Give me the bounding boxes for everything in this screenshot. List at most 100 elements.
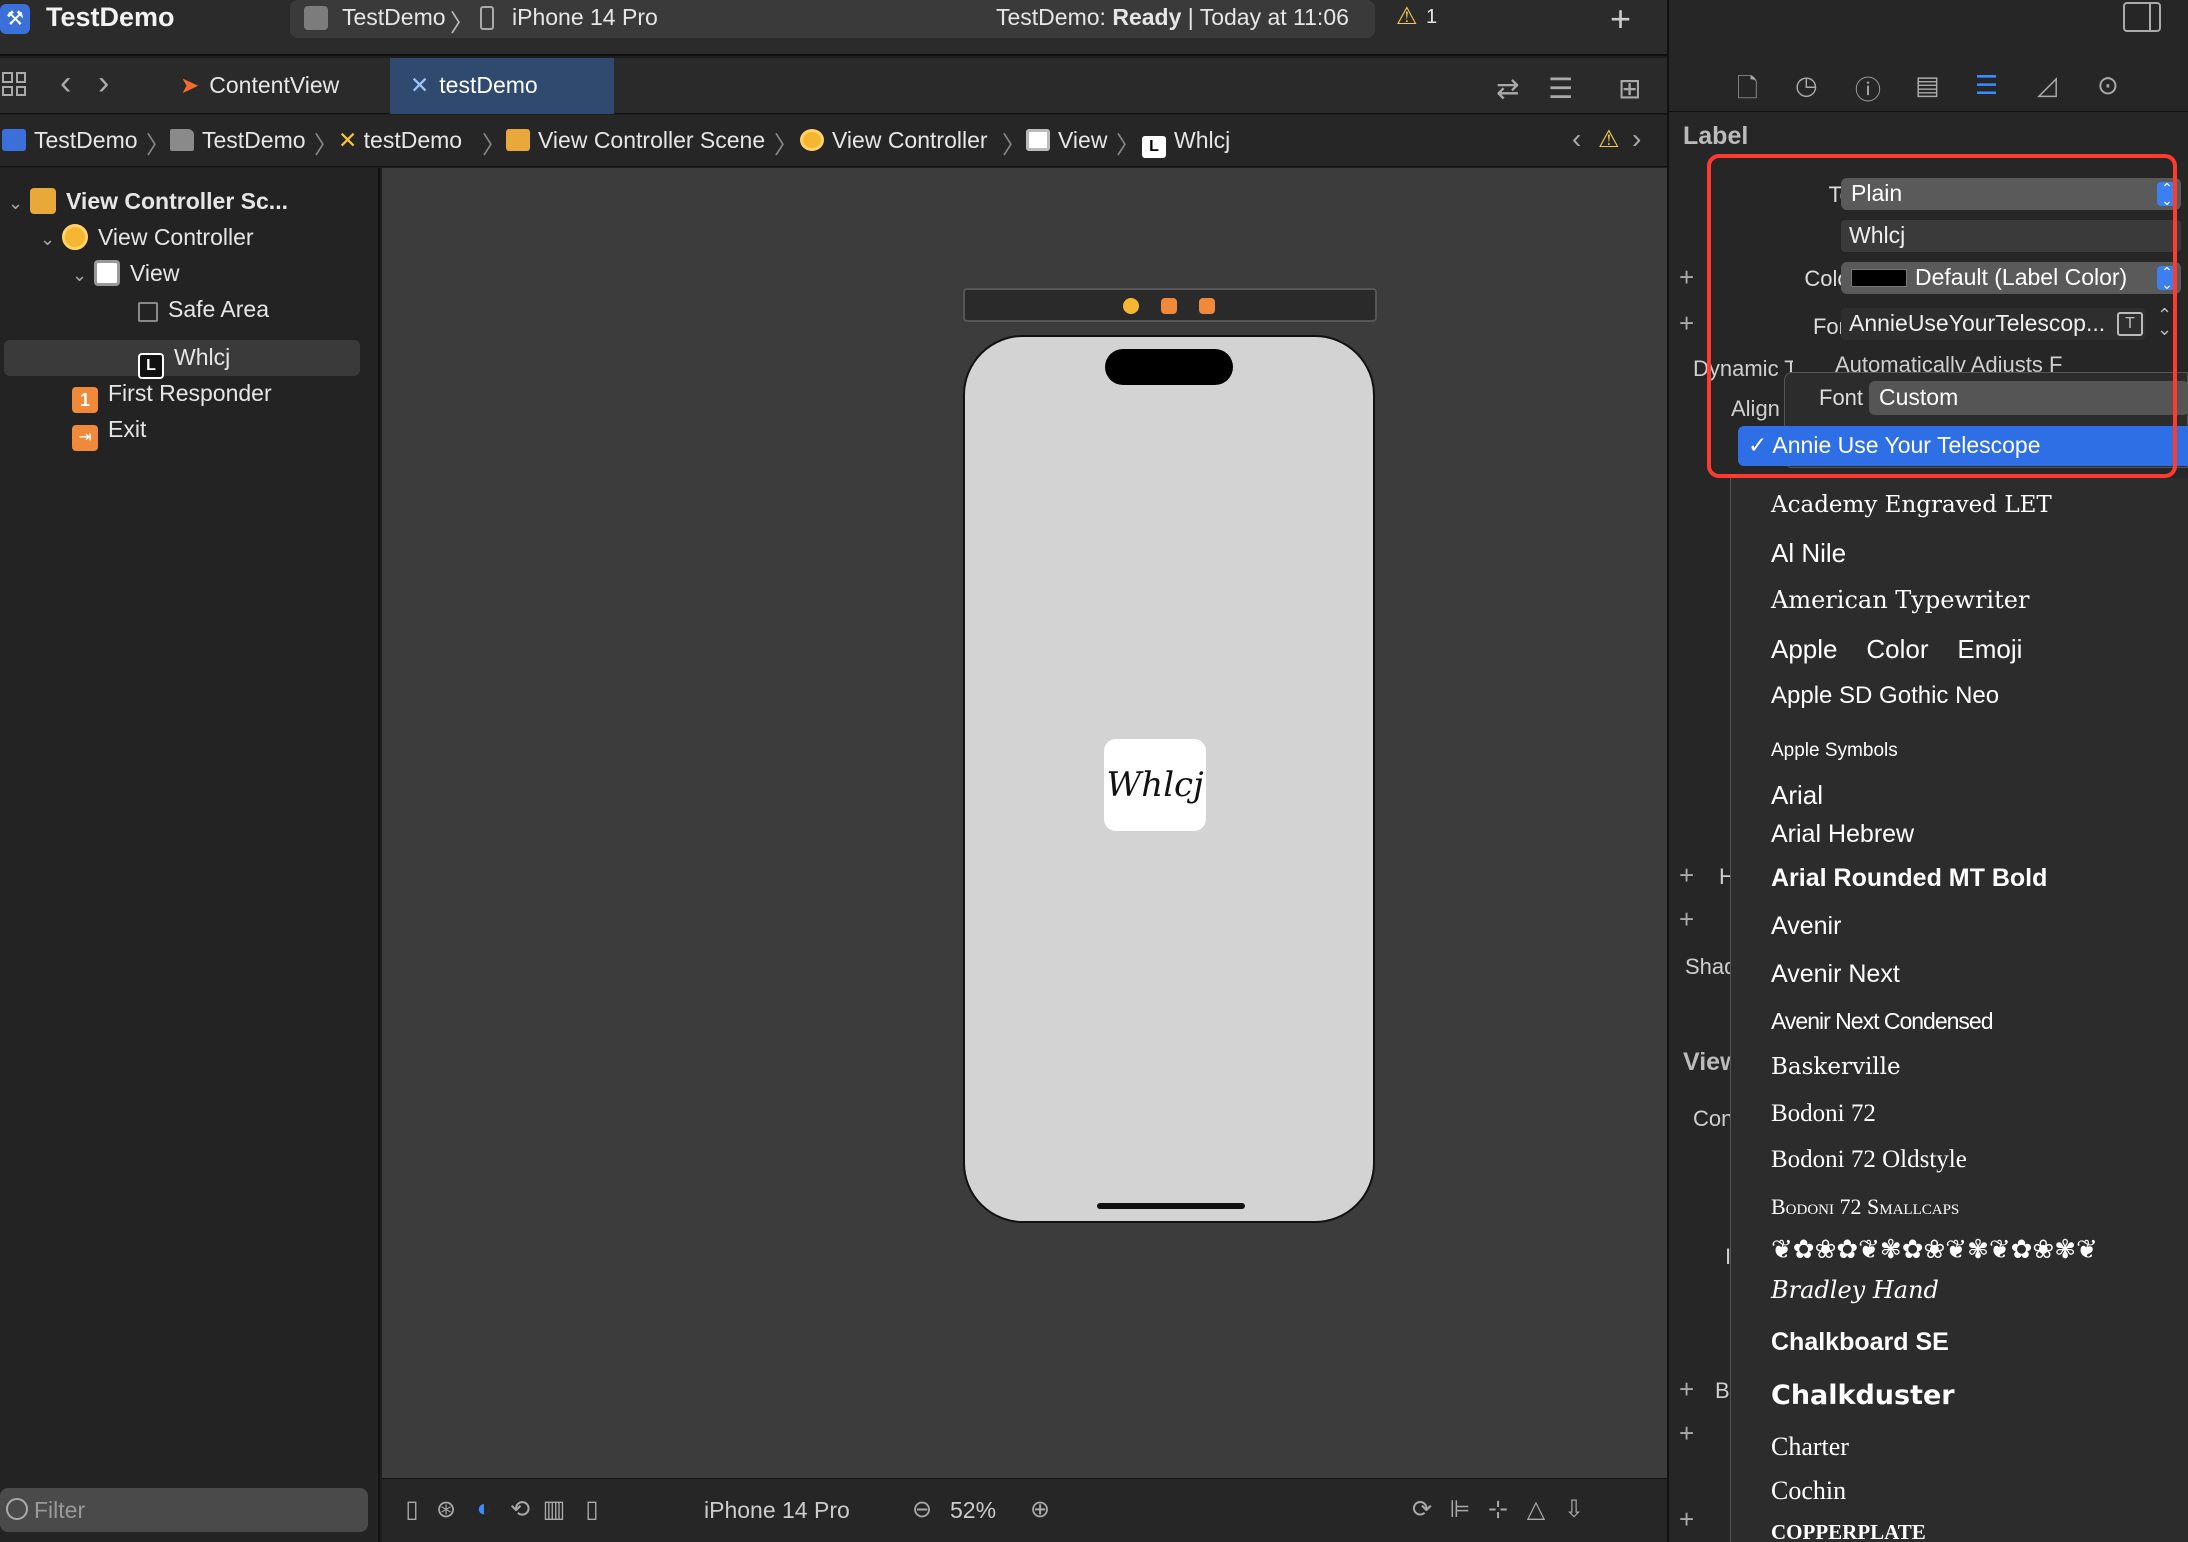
font-menu-item[interactable]: Cochin bbox=[1771, 1476, 1846, 1506]
add-button[interactable]: + bbox=[1610, 0, 1631, 40]
connections-inspector-icon[interactable]: ⊙ bbox=[2097, 70, 2119, 101]
add-variation-icon[interactable]: + bbox=[1679, 1374, 1694, 1405]
orientation-icon[interactable]: ⟲ bbox=[506, 1495, 534, 1523]
align-icon[interactable]: ⊫ bbox=[1446, 1495, 1474, 1523]
font-menu-item[interactable]: Academy Engraved LET bbox=[1771, 492, 2052, 518]
tree-item-first-responder[interactable]: 1 First Responder bbox=[72, 380, 272, 416]
accessibility-icon[interactable]: ⊛ bbox=[432, 1495, 460, 1523]
breadcrumb-view[interactable]: View bbox=[1026, 127, 1107, 154]
font-menu-item[interactable]: Bradley Hand bbox=[1771, 1276, 1939, 1304]
breadcrumb-project[interactable]: TestDemo bbox=[2, 127, 138, 154]
inspector-toggle-icon[interactable] bbox=[2123, 2, 2161, 32]
filter-input[interactable] bbox=[34, 1494, 354, 1526]
next-issue-icon[interactable]: › bbox=[1632, 123, 1641, 155]
font-menu-item[interactable]: Apple Symbols bbox=[1771, 740, 1898, 762]
font-menu-item[interactable]: ❦✿❀✿❦✾✿❀❦✾❦✿❀✾❦ bbox=[1771, 1234, 2098, 1265]
tree-item-safe-area[interactable]: Safe Area bbox=[138, 296, 269, 332]
zoom-out-icon[interactable]: ⊖ bbox=[908, 1495, 936, 1523]
previous-issue-icon[interactable]: ‹ bbox=[1572, 123, 1581, 155]
disclosure-down-icon[interactable]: ⌄ bbox=[72, 265, 94, 286]
add-variation-icon[interactable]: + bbox=[1679, 1418, 1694, 1449]
storyboard-icon: ✕ bbox=[338, 127, 364, 153]
font-menu-item[interactable]: Arial Rounded MT Bold bbox=[1771, 864, 2047, 893]
breadcrumb-storyboard[interactable]: ✕ testDemo bbox=[338, 127, 462, 154]
swap-icon[interactable]: ⇄ bbox=[1496, 72, 1519, 105]
font-menu-item[interactable]: Chalkduster bbox=[1771, 1380, 1955, 1411]
zoom-in-icon[interactable]: ⊕ bbox=[1026, 1495, 1054, 1523]
font-menu-item[interactable]: Baskerville bbox=[1771, 1054, 1901, 1080]
font-menu-item[interactable]: Bodoni 72 Oldstyle bbox=[1771, 1146, 1967, 1174]
interface-builder-canvas[interactable]: Whlcj bbox=[382, 168, 1667, 1478]
identity-inspector-icon[interactable]: ▤ bbox=[1915, 70, 1940, 101]
warning-icon[interactable]: ⚠ bbox=[1598, 125, 1620, 154]
tree-item-exit[interactable]: ⇥ Exit bbox=[72, 416, 146, 452]
font-menu-item[interactable]: Avenir Next Condensed bbox=[1771, 1008, 1993, 1035]
filter-field[interactable] bbox=[0, 1488, 368, 1532]
device-icon[interactable]: ▯ bbox=[578, 1495, 606, 1523]
font-menu-item[interactable]: Chalkboard SE bbox=[1771, 1328, 1949, 1357]
font-menu-item[interactable]: Bodoni 72 bbox=[1771, 1100, 1876, 1128]
tab-contentview[interactable]: ➤ ContentView bbox=[160, 58, 359, 114]
size-inspector-icon[interactable]: ◿ bbox=[2037, 70, 2057, 101]
font-menu-item[interactable]: Arial Hebrew bbox=[1771, 820, 1914, 849]
font-menu-item[interactable]: American Typewriter bbox=[1771, 586, 2029, 614]
canvas-device[interactable]: iPhone 14 Pro bbox=[704, 1497, 850, 1524]
add-constraints-icon[interactable]: ⊹ bbox=[1484, 1495, 1512, 1523]
add-variation-icon[interactable]: + bbox=[1679, 860, 1694, 891]
build-status: TestDemo: Ready | Today at 11:06 bbox=[996, 4, 1349, 31]
breadcrumb-view-controller[interactable]: View Controller bbox=[800, 127, 988, 154]
tree-item-label[interactable]: L Whlcj bbox=[4, 340, 360, 379]
tree-item-view-controller[interactable]: ⌄ View Controller bbox=[40, 224, 254, 260]
zoom-level[interactable]: 52% bbox=[950, 1497, 996, 1524]
scheme-selector[interactable]: TestDemo 〉 iPhone 14 Pro TestDemo: Ready… bbox=[290, 0, 1437, 38]
font-menu-item[interactable]: Avenir bbox=[1771, 912, 1841, 941]
font-menu-item[interactable]: Copperplate bbox=[1771, 1520, 1926, 1542]
canvas-label[interactable]: Whlcj bbox=[1104, 739, 1206, 831]
font-menu-item[interactable]: Al Nile bbox=[1771, 538, 1846, 569]
add-variation-icon[interactable]: + bbox=[1679, 1504, 1694, 1535]
disclosure-down-icon[interactable]: ⌄ bbox=[8, 193, 30, 214]
resolve-issues-icon[interactable]: △ bbox=[1522, 1495, 1550, 1523]
font-menu-item[interactable]: Apple Color Emoji bbox=[1771, 634, 2022, 665]
embed-in-icon[interactable]: ⇩ bbox=[1560, 1495, 1588, 1523]
add-variation-icon[interactable]: + bbox=[1679, 262, 1694, 293]
size-class-icon[interactable]: ▥ bbox=[540, 1495, 568, 1523]
breadcrumb-folder[interactable]: TestDemo bbox=[170, 127, 306, 154]
add-editor-icon[interactable]: ⊞ bbox=[1618, 72, 1641, 105]
highlight-annotation bbox=[1707, 154, 2177, 478]
font-menu-item[interactable]: Avenir Next bbox=[1771, 960, 1900, 989]
breadcrumb-label[interactable]: L Whlcj bbox=[1142, 127, 1230, 158]
view-controller-icon[interactable] bbox=[1123, 298, 1139, 314]
font-menu-item[interactable]: Bodoni 72 Smallcaps bbox=[1771, 1194, 1959, 1220]
history-inspector-icon[interactable]: ◷ bbox=[1795, 70, 1818, 101]
exit-icon[interactable] bbox=[1199, 298, 1215, 314]
related-items-grid-icon[interactable] bbox=[2, 72, 26, 96]
font-menu-item[interactable]: Arial bbox=[1771, 780, 1823, 811]
tab-testdemo[interactable]: ✕ testDemo bbox=[390, 58, 614, 114]
attributes-inspector-icon[interactable]: ☰ bbox=[1975, 70, 1998, 101]
forward-arrow-icon[interactable]: › bbox=[98, 64, 109, 103]
warning-icon[interactable]: ⚠ bbox=[1396, 2, 1418, 31]
editor-options-icon[interactable]: ☰ bbox=[1548, 72, 1573, 105]
warning-count[interactable]: 1 bbox=[1426, 6, 1437, 29]
update-frames-icon[interactable]: ⟳ bbox=[1408, 1495, 1436, 1523]
font-menu-item[interactable]: Apple SD Gothic Neo bbox=[1771, 682, 1999, 710]
run-destination[interactable]: iPhone 14 Pro bbox=[512, 4, 658, 31]
file-inspector-icon[interactable]: 🗋 bbox=[1737, 70, 1758, 114]
first-responder-icon[interactable] bbox=[1161, 298, 1177, 314]
breadcrumb-scene[interactable]: View Controller Scene bbox=[506, 127, 765, 154]
safe-area-icon bbox=[138, 302, 158, 322]
appearance-icon[interactable]: ◐ bbox=[470, 1495, 498, 1523]
tree-item-view[interactable]: ⌄ View bbox=[72, 260, 179, 296]
font-menu-item[interactable]: Charter bbox=[1771, 1432, 1849, 1462]
outline-toggle-icon[interactable]: ▯ bbox=[398, 1495, 426, 1523]
tree-item-scene[interactable]: ⌄ View Controller Sc... bbox=[8, 188, 288, 224]
help-inspector-icon[interactable]: ⓘ bbox=[1855, 70, 1881, 107]
add-variation-icon[interactable]: + bbox=[1679, 308, 1694, 339]
back-arrow-icon[interactable]: ‹ bbox=[60, 64, 71, 103]
disclosure-down-icon[interactable]: ⌄ bbox=[40, 229, 62, 250]
add-variation-icon[interactable]: + bbox=[1679, 904, 1694, 935]
section-label-title: Label bbox=[1683, 122, 1749, 150]
scheme-name[interactable]: TestDemo bbox=[342, 4, 446, 31]
first-responder-icon: 1 bbox=[72, 387, 98, 413]
